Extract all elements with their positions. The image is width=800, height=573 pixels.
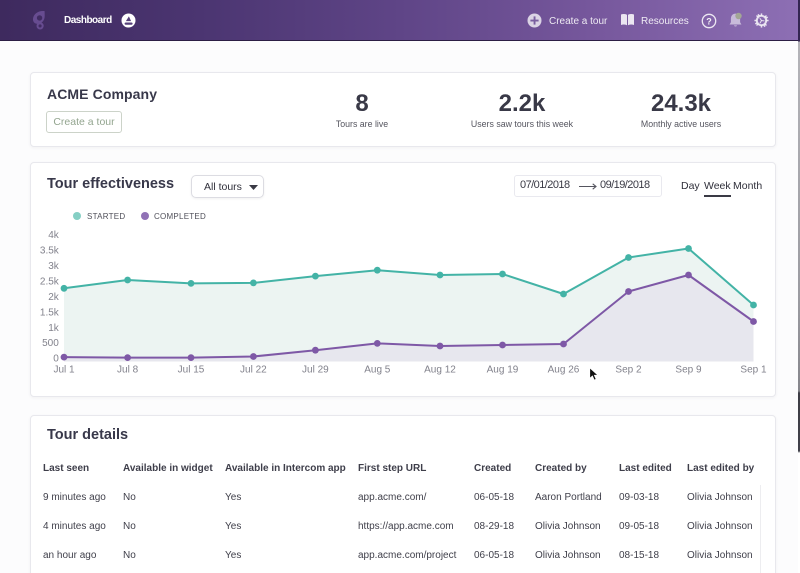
- svg-text:Jul 22: Jul 22: [240, 364, 267, 375]
- svg-text:3.5k: 3.5k: [40, 246, 60, 257]
- svg-text:2.5k: 2.5k: [40, 277, 60, 288]
- svg-text:Jul 8: Jul 8: [117, 364, 139, 375]
- svg-text:2k: 2k: [48, 292, 60, 303]
- svg-text:Jul 15: Jul 15: [178, 364, 205, 375]
- svg-text:Aug 12: Aug 12: [424, 364, 456, 375]
- svg-text:Sep 2: Sep 2: [615, 364, 642, 375]
- svg-text:Aug 19: Aug 19: [487, 364, 519, 375]
- svg-text:Jul 1: Jul 1: [53, 364, 75, 375]
- svg-text:Sep 9: Sep 9: [675, 364, 702, 375]
- svg-text:Aug 5: Aug 5: [364, 364, 391, 375]
- svg-text:?: ?: [706, 16, 712, 26]
- svg-text:0: 0: [53, 354, 59, 365]
- svg-text:500: 500: [42, 338, 59, 349]
- svg-text:4k: 4k: [48, 230, 60, 241]
- svg-text:Jul 29: Jul 29: [302, 364, 329, 375]
- svg-text:1.5k: 1.5k: [40, 307, 60, 318]
- svg-text:3k: 3k: [48, 261, 60, 272]
- svg-text:Aug 26: Aug 26: [548, 364, 580, 375]
- svg-text:1k: 1k: [48, 323, 60, 334]
- svg-text:Sep 1: Sep 1: [740, 364, 767, 375]
